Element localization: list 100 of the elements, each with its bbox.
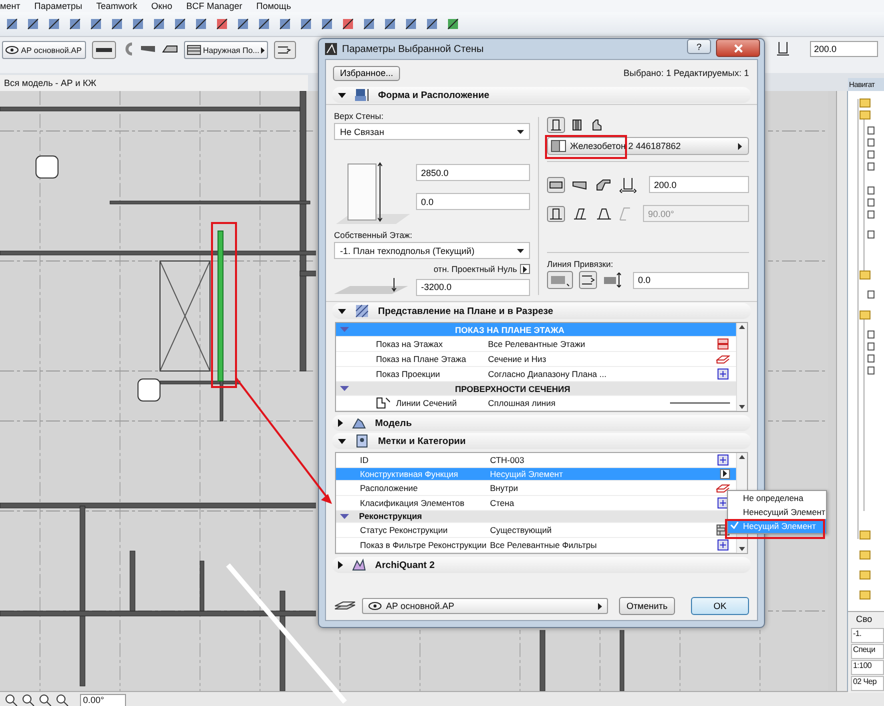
thickness-field[interactable]: 200.0: [810, 41, 878, 57]
vertical-scrollbar[interactable]: [836, 91, 847, 691]
zoom-in-icon[interactable]: [4, 693, 18, 706]
polygon-shape-icon[interactable]: [595, 176, 613, 192]
menu-item[interactable]: BCF Manager: [186, 1, 242, 11]
group-triangle-icon: [340, 386, 349, 391]
composite-icon: [187, 45, 201, 55]
property-value: Специ: [851, 644, 884, 659]
layer-dropdown[interactable]: АР основной.АР: [2, 41, 86, 59]
field-label: Линия Привязки:: [547, 259, 614, 271]
caret-icon: [723, 470, 727, 478]
composite-dropdown[interactable]: Наружная По...: [184, 41, 268, 59]
caret-icon: [523, 266, 527, 272]
menu-item[interactable]: Окно: [151, 1, 172, 11]
cancel-button[interactable]: Отменить: [619, 597, 675, 615]
section-header[interactable]: Представление на Плане и в Разрезе: [332, 303, 751, 319]
section-title: ArchiQuant 2: [375, 560, 435, 570]
section-title: Форма и Расположение: [378, 90, 490, 100]
ok-button[interactable]: OK: [691, 597, 749, 615]
view-tab[interactable]: Вся модель - АР и КЖ: [0, 75, 308, 91]
app-logo-icon: [325, 43, 337, 55]
close-icon: [734, 44, 742, 52]
property-row[interactable]: Показ на Плане Этажа Сечение и Низ: [336, 352, 736, 367]
straight-wall-icon[interactable]: [547, 117, 565, 133]
menu-item[interactable]: мент: [0, 1, 20, 11]
section-header[interactable]: Метки и Категории: [332, 433, 751, 449]
double-slanted-wall-icon[interactable]: [595, 206, 613, 222]
expand-triangle-icon: [338, 561, 343, 569]
hatched-plan-icon: [354, 303, 370, 319]
projection-icon: [716, 496, 730, 510]
properties-header: Сво: [855, 614, 874, 626]
home-story-dropdown[interactable]: -1. План техподполья (Текущий): [334, 242, 530, 259]
selection-info: Выбрано: 1 Редактируемых: 1: [624, 68, 749, 78]
property-row[interactable]: Показ в Фильтре Реконструкции Все Релевантные Фильтры: [336, 538, 736, 553]
caret-icon: [738, 142, 742, 150]
scroll-up-icon[interactable]: [739, 325, 745, 329]
section-header[interactable]: ArchiQuant 2: [332, 557, 751, 573]
collapse-triangle-icon: [338, 308, 346, 314]
section-title: Метки и Категории: [378, 436, 466, 446]
thickness-field[interactable]: 200.0: [649, 176, 749, 193]
projection-icon: [716, 367, 730, 381]
vertical-wall-icon[interactable]: [547, 206, 565, 222]
offset-icon: [603, 272, 621, 288]
reference-label: отн. Проектный Нуль: [434, 264, 517, 274]
caret-icon: [517, 248, 524, 252]
zoom-out-icon[interactable]: [21, 693, 35, 706]
fit-icon[interactable]: [55, 693, 69, 706]
quantity-icon: [351, 557, 367, 573]
close-button[interactable]: [716, 39, 760, 57]
top-offset-field[interactable]: 0.0: [416, 193, 530, 210]
collapse-triangle-icon: [338, 438, 346, 444]
group-row[interactable]: ПРОВЕРХНОСТИ СЕЧЕНИЯ: [336, 382, 736, 396]
table-scrollbar[interactable]: [736, 323, 747, 411]
layer-dropdown[interactable]: АР основной.АР: [362, 598, 608, 614]
scroll-down-icon[interactable]: [739, 547, 745, 551]
section-header[interactable]: Модель: [332, 415, 751, 431]
wall-top-dropdown[interactable]: Не Связан: [334, 123, 530, 140]
menu-item[interactable]: Teamwork: [96, 1, 138, 11]
section-title: Модель: [375, 418, 412, 428]
menu-item[interactable]: Параметры: [34, 1, 82, 11]
options-button[interactable]: [720, 468, 730, 479]
dialog-title: Параметры Выбранной Стены: [342, 44, 484, 54]
slanted-wall-icon[interactable]: [571, 206, 589, 222]
straight-shape-icon[interactable]: [547, 176, 565, 192]
favorites-button[interactable]: Избранное...: [333, 66, 400, 80]
property-value: 1:100: [851, 660, 884, 675]
scroll-down-icon[interactable]: [739, 405, 745, 409]
collapse-triangle-icon: [338, 92, 346, 98]
group-triangle-icon: [340, 327, 349, 332]
floors-icon: [716, 337, 730, 351]
caret-icon: [261, 46, 265, 54]
help-button[interactable]: ?: [687, 39, 711, 54]
base-elevation-field[interactable]: -3200.0: [416, 278, 530, 296]
caret-icon: [598, 602, 602, 610]
tag-icon: [354, 433, 370, 449]
angle-icon: [619, 206, 631, 220]
section-line-icon: [376, 396, 390, 410]
angle-field[interactable]: 0.00°: [80, 694, 126, 706]
expand-triangle-icon: [338, 419, 343, 427]
property-row[interactable]: Линии Сечений Сплошная линия: [336, 396, 736, 411]
wall-thickness-icon: [774, 41, 792, 57]
property-row[interactable]: Показ на Этажах Все Релевантные Этажи: [336, 337, 736, 352]
pan-icon[interactable]: [38, 693, 52, 706]
line-sample: [670, 401, 730, 405]
menu-item[interactable]: Помощь: [256, 1, 292, 11]
wall-layers-icon: [354, 87, 370, 103]
flip-direction-icon[interactable]: [579, 271, 597, 289]
property-value: 02 Чер: [851, 676, 884, 691]
projection-icon: [716, 453, 730, 467]
reference-offset-field[interactable]: 0.0: [633, 272, 749, 288]
section-header[interactable]: Форма и Расположение: [332, 87, 751, 103]
projection-icon: [716, 538, 730, 552]
property-value: -1.: [851, 628, 884, 643]
wall-height-field[interactable]: 2850.0: [416, 164, 530, 181]
wall-thickness-icon: [619, 176, 637, 192]
field-label: Собственный Этаж:: [334, 230, 414, 242]
reference-button[interactable]: [520, 264, 530, 274]
material-swatch-icon: [551, 140, 566, 152]
scroll-up-icon[interactable]: [739, 455, 745, 459]
field-label: Верх Стены:: [334, 111, 384, 123]
